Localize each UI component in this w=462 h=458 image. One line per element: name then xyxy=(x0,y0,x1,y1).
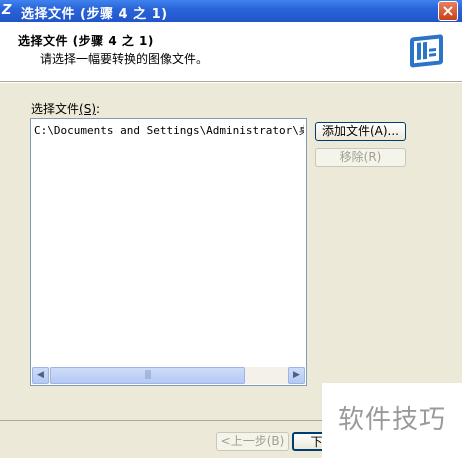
wizard-header: 选择文件 (步骤 4 之 1) 请选择一幅要转换的图像文件。 xyxy=(0,22,462,82)
watermark: 软件技巧 xyxy=(322,383,462,458)
scroll-left-button[interactable]: ◀ xyxy=(32,367,49,384)
file-list[interactable]: C:\Documents and Settings\Administrator\… xyxy=(30,118,307,386)
list-item[interactable]: C:\Documents and Settings\Administrator\… xyxy=(34,122,304,138)
window-title: 选择文件 (步骤 4 之 1) xyxy=(21,7,168,22)
add-file-button[interactable]: 添加文件(A)... xyxy=(315,122,406,141)
step-subtitle: 请选择一幅要转换的图像文件。 xyxy=(40,52,209,66)
arrow-left-icon: ◀ xyxy=(37,370,44,380)
app-logo-icon xyxy=(410,34,443,68)
close-button[interactable]: × xyxy=(438,1,458,21)
title-bar: Z 选择文件 (步骤 4 之 1) × xyxy=(0,0,462,22)
scroll-thumb[interactable]: ||| xyxy=(50,367,245,384)
scroll-right-button[interactable]: ▶ xyxy=(288,367,305,384)
close-icon: × xyxy=(441,1,455,20)
back-button[interactable]: <上一步(B) xyxy=(216,432,289,451)
grip-icon: ||| xyxy=(144,370,151,380)
arrow-right-icon: ▶ xyxy=(293,370,300,380)
step-title: 选择文件 (步骤 4 之 1) xyxy=(18,34,154,48)
app-icon: Z xyxy=(2,3,12,18)
files-label: 选择文件(S): xyxy=(31,102,101,116)
remove-button[interactable]: 移除(R) xyxy=(315,148,406,167)
horizontal-scrollbar[interactable]: ◀ ||| ▶ xyxy=(32,367,305,384)
